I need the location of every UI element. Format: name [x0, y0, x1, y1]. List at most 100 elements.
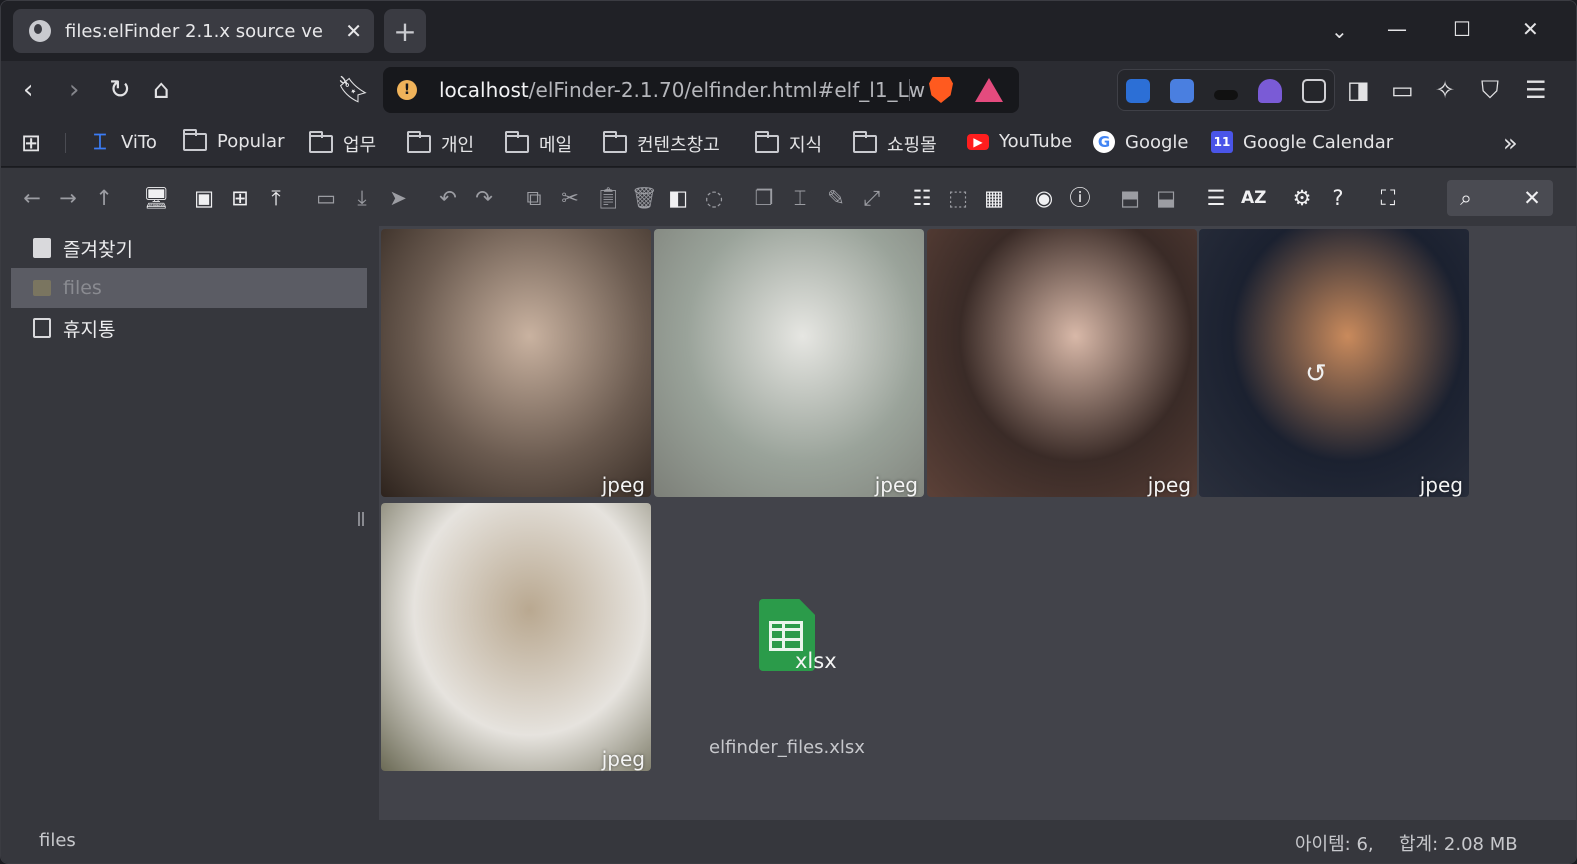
url-text[interactable]: localhost/elFinder-2.1.70/elfinder.html#…	[439, 78, 925, 102]
rename-icon[interactable]: ⌶	[789, 187, 811, 209]
new-file-icon[interactable]: ⊞	[229, 187, 251, 209]
brave-shields-icon[interactable]	[929, 77, 953, 103]
sort-az-icon[interactable]: AZ	[1241, 187, 1266, 209]
folder-icon	[407, 131, 431, 153]
apps-grid-icon[interactable]: ⊞	[21, 129, 41, 157]
bookmark-label: 개인	[441, 135, 475, 156]
select-all-icon[interactable]: ☷	[911, 187, 933, 209]
download-icon[interactable]: ⤓	[351, 187, 373, 209]
settings-gear-icon[interactable]: ⚙	[1291, 187, 1313, 209]
reload-icon[interactable]: ↻	[109, 77, 131, 103]
help-icon[interactable]: ?	[1327, 187, 1349, 209]
tab-list-chevron-icon[interactable]: ⌄	[1331, 19, 1348, 43]
brave-rewards-icon[interactable]	[975, 78, 1003, 102]
translate-extension-icon[interactable]	[1170, 79, 1194, 103]
tab-close-icon[interactable]: ✕	[345, 19, 362, 43]
bookmark-page-icon[interactable]: 🔖︎	[337, 77, 370, 103]
list-view-icon[interactable]: ☰	[1205, 187, 1227, 209]
file-thumbnail[interactable]: jpeg	[927, 229, 1197, 497]
bookmark-knowledge[interactable]: 지식	[755, 131, 822, 157]
bookmark-youtube[interactable]: ▶ YouTube	[967, 131, 1072, 152]
menu-icon[interactable]: ☰	[1525, 77, 1547, 103]
up-arrow-icon[interactable]: ↑	[93, 187, 115, 209]
fullscreen-icon[interactable]: ⛶	[1377, 187, 1399, 209]
address-bar[interactable]: ! localhost/elFinder-2.1.70/elfinder.htm…	[383, 67, 1019, 113]
site-info-icon[interactable]: !	[397, 80, 417, 100]
folder-icon	[853, 131, 877, 153]
search-clear-icon[interactable]: ✕	[1521, 187, 1543, 209]
file-thumbnail[interactable]: jpeg	[381, 229, 651, 497]
bookmark-google-calendar[interactable]: 11 Google Calendar	[1211, 131, 1393, 153]
maximize-button[interactable]: ☐	[1453, 17, 1471, 41]
cut-icon[interactable]: ✂	[559, 187, 581, 209]
active-tab[interactable]: files:elFinder 2.1.x source versio ✕	[13, 9, 374, 53]
hide-icon[interactable]: ◌	[703, 187, 725, 209]
extension-purple-icon[interactable]	[1258, 79, 1282, 103]
select-none-icon[interactable]: ⬚	[947, 187, 969, 209]
file-type-label: jpeg	[601, 747, 645, 771]
paste-icon[interactable]: 📋︎	[595, 187, 622, 209]
undo-icon[interactable]: ↶	[437, 187, 459, 209]
more-bookmarks-icon[interactable]: »	[1503, 129, 1518, 157]
back-icon[interactable]: ‹	[23, 77, 33, 103]
tree-item-files[interactable]: files	[11, 268, 367, 308]
back-arrow-icon[interactable]: ←	[21, 187, 43, 209]
copy-icon[interactable]: ⧉	[523, 187, 545, 209]
redo-icon[interactable]: ↷	[473, 187, 495, 209]
minimize-button[interactable]: —	[1387, 17, 1407, 41]
wallet-icon[interactable]: ▭	[1391, 77, 1414, 103]
resize-icon[interactable]: ⤢	[861, 187, 883, 209]
sidebar-resize-handle[interactable]	[358, 512, 364, 526]
archive-icon[interactable]: ⬒	[1119, 187, 1141, 209]
bookmark-personal[interactable]: 개인	[407, 131, 474, 157]
extensions-puzzle-icon[interactable]	[1302, 79, 1326, 103]
bookmark-label: Popular	[217, 131, 285, 152]
tree-item-trash[interactable]: 휴지통	[11, 308, 367, 348]
sidebar-toggle-icon[interactable]: ◨	[1347, 77, 1370, 103]
home-icon[interactable]: ⌂	[153, 77, 170, 103]
edit-icon[interactable]: ✎	[825, 187, 847, 209]
browser-window: files:elFinder 2.1.x source versio ✕ + ⌄…	[0, 0, 1577, 864]
extract-icon[interactable]: ⬓	[1155, 187, 1177, 209]
tree-item-favorites[interactable]: 즐겨찾기	[11, 228, 367, 268]
delete-icon[interactable]: 🗑︎	[631, 187, 658, 209]
file-thumbnail[interactable]: ↺ jpeg	[1199, 229, 1469, 497]
search-input[interactable]: ⌕ ✕	[1447, 180, 1553, 216]
bookmark-popular[interactable]: Popular	[183, 128, 285, 152]
youtube-icon: ▶	[967, 133, 989, 150]
info-icon[interactable]: ⓘ	[1069, 187, 1091, 209]
empty-folder-icon[interactable]: ◧	[667, 187, 689, 209]
new-tab-button[interactable]: +	[384, 9, 426, 53]
globe-icon	[29, 20, 51, 42]
file-thumbnail[interactable]: jpeg	[381, 503, 651, 771]
open-folder-icon[interactable]: ▭	[315, 187, 337, 209]
select-invert-icon[interactable]: ▦	[983, 187, 1005, 209]
bookmark-label: 업무	[343, 135, 377, 156]
tree-item-label: files	[63, 277, 102, 299]
preview-eye-icon[interactable]: ◉	[1033, 187, 1055, 209]
bookmark-contents[interactable]: 컨텐츠창고	[603, 131, 720, 157]
forward-icon[interactable]: ›	[69, 77, 79, 103]
new-folder-icon[interactable]: ▣	[193, 187, 215, 209]
netmount-icon[interactable]: 🖥︎	[143, 187, 170, 209]
extension-blue-icon[interactable]	[1126, 79, 1150, 103]
duplicate-icon[interactable]: ❐	[753, 187, 775, 209]
vpn-shield-icon[interactable]: ⛉	[1481, 77, 1499, 103]
bookmark-mail[interactable]: 메일	[505, 131, 572, 157]
title-bar: files:elFinder 2.1.x source versio ✕ + ⌄…	[1, 1, 1576, 61]
trash-icon	[33, 318, 51, 338]
bookmark-label: YouTube	[999, 131, 1073, 152]
leo-ai-icon[interactable]: ✧	[1435, 77, 1455, 103]
bookmark-google[interactable]: G Google	[1093, 131, 1188, 153]
upload-icon[interactable]: ⤒	[265, 187, 287, 209]
bookmark-shopping[interactable]: 쇼핑몰	[853, 131, 937, 157]
extension-dark-icon[interactable]	[1214, 90, 1238, 100]
search-icon: ⌕	[1460, 186, 1472, 210]
select-cursor-icon[interactable]: ➤	[387, 187, 409, 209]
close-window-button[interactable]: ✕	[1522, 17, 1539, 41]
bookmark-work[interactable]: 업무	[309, 131, 376, 157]
bookmark-label: 메일	[539, 135, 573, 156]
bookmark-vito[interactable]: ⌶ ViTo	[89, 130, 156, 155]
file-thumbnail[interactable]: jpeg	[654, 229, 924, 497]
forward-arrow-icon[interactable]: →	[57, 187, 79, 209]
